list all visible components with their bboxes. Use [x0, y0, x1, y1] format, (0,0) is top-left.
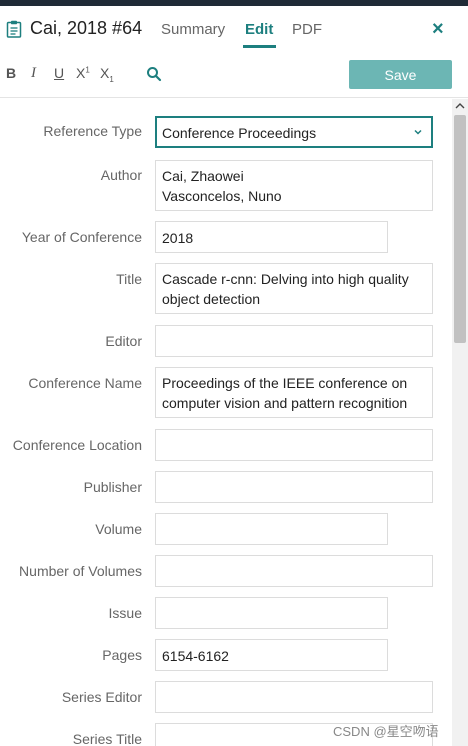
- pages-value: 6154-6162: [162, 648, 229, 664]
- reference-type-select[interactable]: Conference Proceedings: [155, 116, 433, 148]
- editor-field[interactable]: [155, 325, 433, 357]
- author-line: Cai, Zhaowei: [162, 168, 244, 184]
- subscript-button[interactable]: X1: [100, 65, 114, 84]
- title-line: object detection: [162, 291, 261, 307]
- author-label: Author: [100, 167, 142, 183]
- vertical-scrollbar[interactable]: [452, 99, 468, 746]
- bold-button[interactable]: B: [6, 65, 16, 81]
- superscript-button[interactable]: X1: [76, 65, 90, 81]
- year-label: Year of Conference: [21, 229, 142, 245]
- number-of-volumes-label: Number of Volumes: [19, 563, 142, 579]
- tab-summary[interactable]: Summary: [161, 21, 225, 38]
- title-line: Cascade r-cnn: Delving into high quality: [162, 271, 409, 287]
- subscript-label: X: [100, 65, 110, 81]
- pages-field[interactable]: 6154-6162: [155, 639, 388, 671]
- issue-field[interactable]: [155, 597, 388, 629]
- tab-pdf[interactable]: PDF: [292, 21, 322, 38]
- author-field[interactable]: Cai, Zhaowei Vasconcelos, Nuno: [155, 160, 433, 211]
- conference-name-label: Conference Name: [28, 375, 142, 391]
- subscript-mark: 1: [109, 74, 114, 84]
- reference-type-label: Reference Type: [43, 123, 142, 139]
- superscript-label: X: [76, 65, 86, 81]
- pages-label: Pages: [102, 647, 142, 663]
- search-icon[interactable]: [146, 66, 162, 82]
- conference-name-field[interactable]: Proceedings of the IEEE conference on co…: [155, 367, 433, 418]
- active-tab-indicator: [243, 45, 276, 48]
- conference-name-line: computer vision and pattern recognition: [162, 395, 408, 411]
- publisher-label: Publisher: [83, 479, 142, 495]
- formatting-toolbar: B I U X1 X1 Save: [0, 50, 468, 98]
- number-of-volumes-field[interactable]: [155, 555, 433, 587]
- edit-form: Reference Type Conference Proceedings Au…: [0, 99, 452, 746]
- volume-label: Volume: [95, 521, 142, 537]
- clipboard-icon: [6, 20, 22, 38]
- italic-button[interactable]: I: [31, 65, 36, 82]
- title-label: Title: [116, 271, 142, 287]
- underline-button[interactable]: U: [54, 65, 64, 81]
- year-value: 2018: [162, 230, 194, 246]
- watermark: CSDN @星空吻语: [333, 724, 439, 739]
- header: Cai, 2018 #64 Summary Edit PDF ×: [0, 6, 468, 50]
- title-field[interactable]: Cascade r-cnn: Delving into high quality…: [155, 263, 433, 314]
- volume-field[interactable]: [155, 513, 388, 545]
- issue-label: Issue: [108, 605, 142, 621]
- reference-type-value: Conference Proceedings: [162, 125, 317, 141]
- reference-title: Cai, 2018 #64: [30, 18, 143, 38]
- save-button[interactable]: Save: [349, 60, 452, 89]
- scroll-up-arrow-icon[interactable]: [452, 99, 468, 113]
- close-icon[interactable]: ×: [432, 18, 444, 41]
- author-line: Vasconcelos, Nuno: [162, 188, 282, 204]
- series-editor-label: Series Editor: [61, 689, 142, 705]
- conference-name-line: Proceedings of the IEEE conference on: [162, 375, 408, 391]
- scrollbar-thumb[interactable]: [454, 115, 466, 343]
- conference-location-label: Conference Location: [12, 437, 142, 453]
- publisher-field[interactable]: [155, 471, 433, 503]
- conference-location-field[interactable]: [155, 429, 433, 461]
- superscript-mark: 1: [85, 65, 90, 75]
- tab-edit[interactable]: Edit: [245, 21, 273, 38]
- series-editor-field[interactable]: [155, 681, 433, 713]
- chevron-down-icon: [414, 129, 422, 135]
- editor-label: Editor: [105, 333, 142, 349]
- year-field[interactable]: 2018: [155, 221, 388, 253]
- series-title-label: Series Title: [72, 731, 142, 746]
